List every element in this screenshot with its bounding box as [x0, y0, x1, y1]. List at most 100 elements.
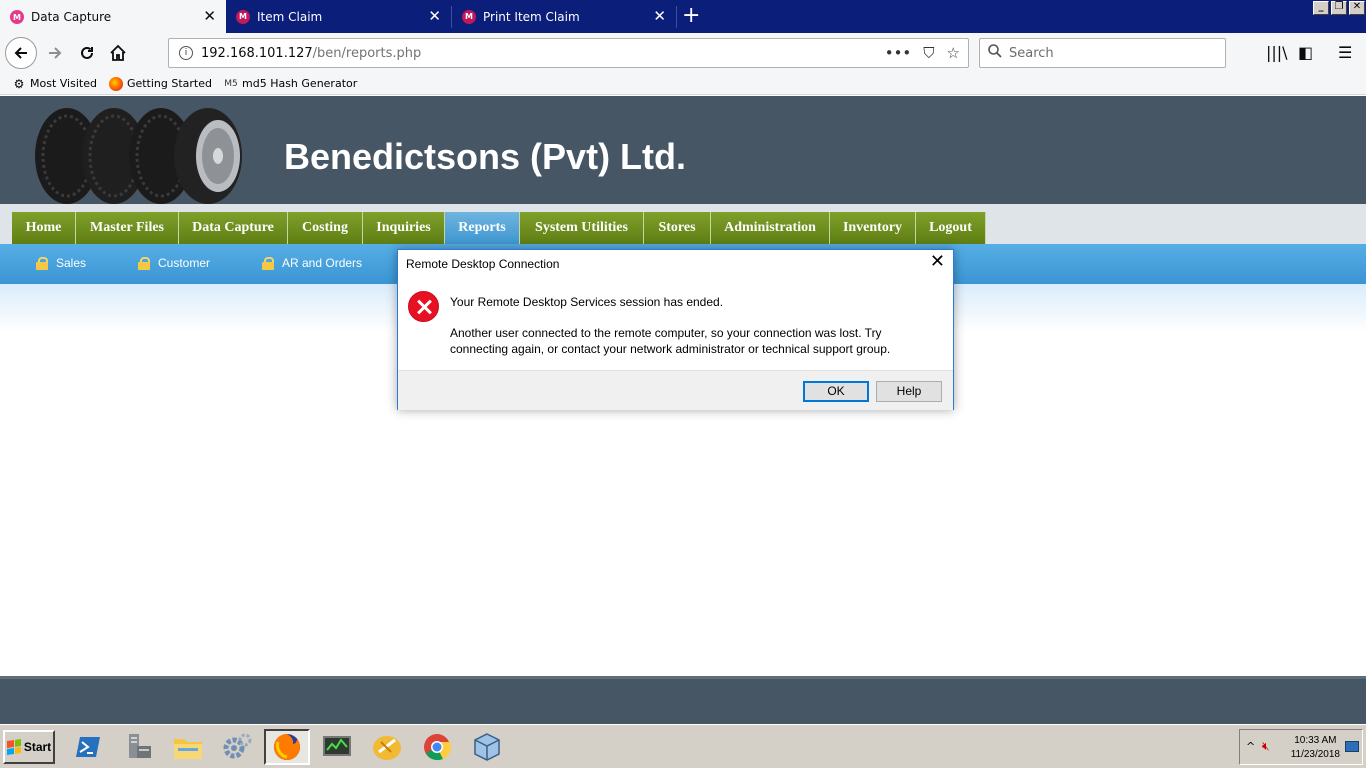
- tires-logo: [35, 108, 242, 204]
- help-button[interactable]: Help: [876, 381, 942, 402]
- home-icon: [110, 44, 126, 61]
- menu-home[interactable]: Home: [12, 212, 76, 244]
- tab-title: Item Claim: [257, 9, 323, 24]
- gear-icon: ⚙: [13, 76, 25, 91]
- home-button[interactable]: [103, 38, 133, 68]
- dialog-close-button[interactable]: ✕: [930, 253, 945, 271]
- start-button[interactable]: Start: [3, 730, 55, 764]
- menu-reports[interactable]: Reports: [445, 212, 520, 244]
- search-input[interactable]: [1009, 45, 1209, 61]
- minimize-button[interactable]: _: [1313, 1, 1329, 15]
- sidebar-icon[interactable]: ◧: [1298, 43, 1313, 62]
- new-tab-button[interactable]: +: [682, 5, 700, 27]
- submenu-sales[interactable]: Sales: [36, 256, 86, 270]
- tray-clock[interactable]: 10:33 AM 11/23/2018: [1291, 734, 1340, 762]
- lock-icon: [138, 257, 150, 270]
- address-bar-actions: ••• ⛉ ☆: [885, 44, 960, 62]
- ok-button[interactable]: OK: [803, 381, 869, 402]
- forward-arrow-icon: [49, 47, 62, 59]
- company-title: Benedictsons (Pvt) Ltd.: [284, 136, 687, 177]
- tray-time: 10:33 AM: [1294, 735, 1337, 746]
- menu-data-capture[interactable]: Data Capture: [179, 212, 288, 244]
- submenu-label: Sales: [56, 256, 87, 270]
- reload-icon: [81, 46, 93, 59]
- back-arrow-icon: [14, 47, 27, 59]
- bookmark-getting-started[interactable]: Getting Started: [108, 76, 212, 91]
- page-actions-icon[interactable]: •••: [885, 44, 912, 62]
- filezilla-icon[interactable]: [364, 729, 410, 765]
- error-icon: [408, 291, 439, 322]
- url-host: 192.168.101.127: [201, 45, 313, 61]
- tab-close-icon[interactable]: ✕: [203, 9, 216, 24]
- site-favicon-icon: M: [236, 9, 250, 24]
- back-button[interactable]: [5, 37, 37, 69]
- tab-print-item-claim[interactable]: M Print Item Claim ✕: [452, 0, 676, 33]
- menu-inventory[interactable]: Inventory: [830, 212, 916, 244]
- settings-icon[interactable]: [214, 729, 260, 765]
- reload-button[interactable]: [72, 38, 102, 68]
- submenu-label: Customer: [158, 256, 211, 270]
- show-desktop-icon[interactable]: [1345, 741, 1359, 752]
- bookmark-most-visited[interactable]: ⚙ Most Visited: [12, 77, 97, 91]
- hamburger-menu-icon[interactable]: ☰: [1338, 43, 1352, 62]
- virtualbox-icon[interactable]: [464, 729, 510, 765]
- bookmarks-toolbar: ⚙ Most Visited Getting Started M5 md5 Ha…: [0, 73, 1366, 95]
- close-window-button[interactable]: ✕: [1349, 1, 1365, 15]
- browser-tab-strip: M Data Capture ✕ M Item Claim ✕ M Print …: [0, 0, 1366, 34]
- site-footer: [0, 676, 1366, 724]
- chrome-icon[interactable]: [414, 729, 460, 765]
- menu-inquiries[interactable]: Inquiries: [363, 212, 445, 244]
- tab-close-icon[interactable]: ✕: [653, 9, 666, 24]
- system-tray: ^ 🔇︎ 10:33 AM 11/23/2018: [1239, 729, 1363, 765]
- browser-toolbar: i 192.168.101.127 /ben/reports.php ••• ⛉…: [0, 33, 1366, 73]
- network-monitor-icon[interactable]: [314, 729, 360, 765]
- site-favicon-icon: M: [462, 9, 476, 24]
- firefox-icon[interactable]: [264, 729, 310, 765]
- dialog-message: Your Remote Desktop Services session has…: [450, 295, 724, 309]
- site-info-icon[interactable]: i: [179, 46, 193, 60]
- dialog-title: Remote Desktop Connection: [406, 257, 560, 271]
- url-path: /ben/reports.php: [312, 45, 422, 61]
- window-controls: _ ❐ ✕: [1313, 1, 1365, 15]
- windows-logo-icon: [6, 739, 21, 755]
- bookmark-label: Getting Started: [126, 77, 212, 90]
- site-favicon-icon: M: [10, 10, 24, 24]
- address-bar[interactable]: i 192.168.101.127 /ben/reports.php ••• ⛉…: [168, 38, 969, 68]
- site-header: Benedictsons (Pvt) Ltd.: [0, 96, 1366, 204]
- lock-icon: [262, 257, 274, 270]
- tray-expand-icon[interactable]: ^: [1246, 740, 1255, 753]
- server-manager-icon[interactable]: [115, 729, 161, 765]
- bookmark-md5-hash-generator[interactable]: M5 md5 Hash Generator: [224, 77, 357, 91]
- submenu-ar-and-orders[interactable]: AR and Orders: [262, 256, 362, 270]
- dialog-detail: Another user connected to the remote com…: [450, 326, 891, 356]
- speaker-muted-icon[interactable]: 🔇︎: [1262, 739, 1270, 754]
- menu-costing[interactable]: Costing: [288, 212, 363, 244]
- md5-favicon-icon: M5: [224, 78, 238, 89]
- search-icon: [988, 44, 1002, 62]
- bookmark-label: Most Visited: [30, 77, 97, 90]
- tab-item-claim[interactable]: M Item Claim ✕: [226, 0, 451, 33]
- menu-logout[interactable]: Logout: [916, 212, 986, 244]
- restore-button[interactable]: ❐: [1331, 1, 1347, 15]
- menu-administration[interactable]: Administration: [711, 212, 830, 244]
- pocket-icon[interactable]: ⛉: [923, 44, 934, 62]
- bookmark-star-icon[interactable]: ☆: [947, 44, 960, 62]
- forward-button[interactable]: [40, 38, 70, 68]
- powershell-icon[interactable]: [65, 729, 111, 765]
- menu-system-utilities[interactable]: System Utilities: [520, 212, 644, 244]
- menu-stores[interactable]: Stores: [644, 212, 711, 244]
- search-bar[interactable]: [979, 38, 1226, 68]
- library-icon[interactable]: |||\: [1266, 43, 1288, 62]
- web-page: Benedictsons (Pvt) Ltd. Home Master File…: [0, 96, 1366, 724]
- main-menu: Home Master Files Data Capture Costing I…: [0, 204, 1366, 244]
- submenu-customer[interactable]: Customer: [138, 256, 210, 270]
- dialog-footer: OK Help: [398, 370, 953, 410]
- tab-separator: [676, 6, 677, 28]
- menu-master-files[interactable]: Master Files: [76, 212, 179, 244]
- firefox-icon: [108, 76, 123, 91]
- bookmark-label: md5 Hash Generator: [242, 77, 358, 90]
- tab-data-capture[interactable]: M Data Capture ✕: [0, 0, 226, 34]
- tab-close-icon[interactable]: ✕: [428, 9, 441, 24]
- tab-title: Data Capture: [31, 10, 112, 24]
- file-explorer-icon[interactable]: [165, 729, 211, 765]
